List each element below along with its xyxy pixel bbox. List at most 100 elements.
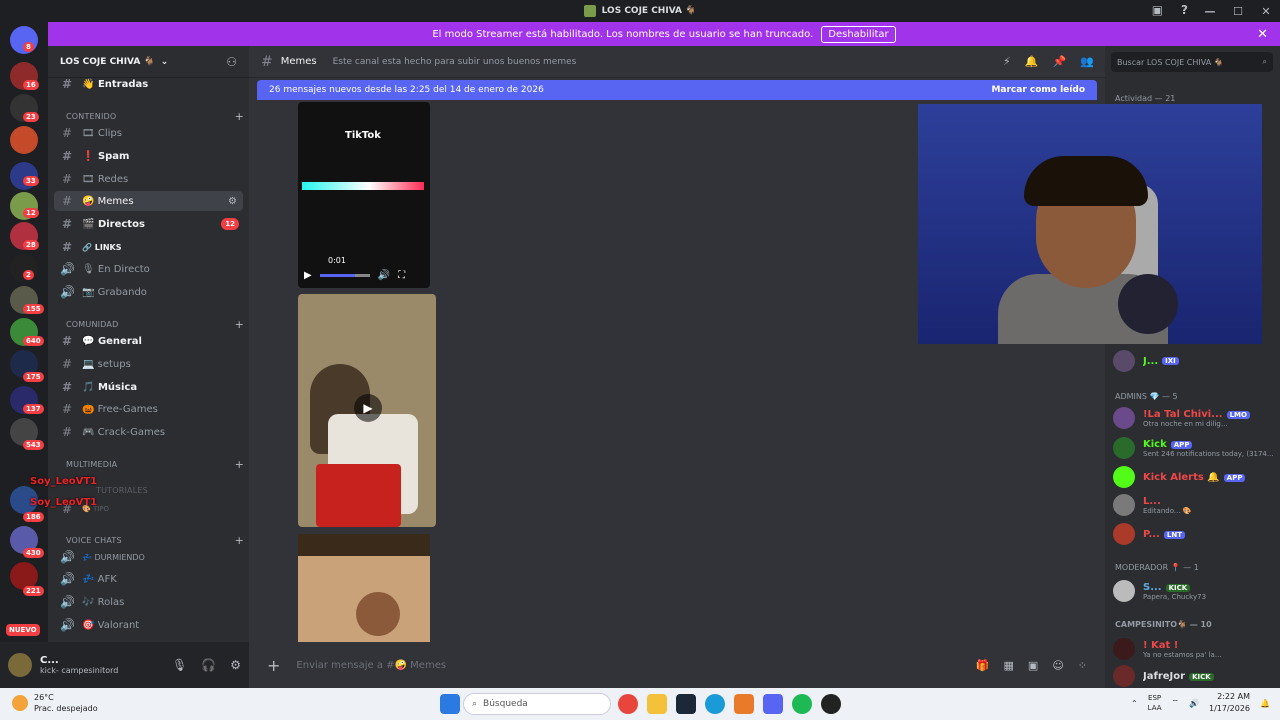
sticker-icon[interactable]: ▣ (1028, 659, 1038, 672)
help-icon[interactable]: ? (1181, 3, 1188, 17)
app-icon[interactable] (734, 694, 754, 714)
threads-icon[interactable]: ⚡ (1003, 55, 1011, 68)
video-attachment[interactable] (298, 534, 430, 642)
category-comunidad[interactable]: COMUNIDAD + (66, 318, 244, 331)
channel-crack-games[interactable]: # 🎮 Crack-Games (54, 422, 243, 442)
close-button[interactable]: ✕ (1252, 5, 1280, 18)
member-row[interactable]: Kick Alerts 🔔 APP (1113, 464, 1275, 490)
volume-icon[interactable]: 🔊 (1189, 699, 1199, 708)
server-icon (583, 5, 596, 17)
folder-icon[interactable] (647, 694, 667, 714)
member-name: J... (1143, 355, 1159, 367)
member-row[interactable]: !La Tal Chivi... LMO Otra noche en mi dili… (1113, 405, 1275, 431)
member-row[interactable]: ! Kat ! Ya no estamos pa' la... (1113, 636, 1275, 662)
channel-grabando[interactable]: 🔊 📷 Grabando (54, 282, 243, 302)
server-icon[interactable] (10, 126, 38, 154)
channel-rolas[interactable]: 🔊 🎶 Rolas (54, 592, 243, 612)
headphones-icon[interactable]: 🎧 (201, 658, 216, 672)
channel-memes[interactable]: # 🤪 Memes ⚙ (54, 191, 243, 211)
obs-icon[interactable] (821, 694, 841, 714)
minimize-button[interactable]: — (1196, 5, 1224, 18)
hash-icon: # (61, 402, 73, 416)
channel-redes[interactable]: # 🎞 Redes (54, 169, 243, 189)
play-icon[interactable]: ▶ (354, 394, 382, 422)
play-icon[interactable]: ▶ (304, 270, 312, 281)
member-row[interactable]: Kick APP Sent 246 notifications today, (31… (1113, 435, 1275, 461)
language-indicator[interactable]: ESP LAA (1148, 693, 1162, 713)
mark-read-button[interactable]: Marcar como leído (991, 85, 1085, 95)
gif-icon[interactable]: ▦ (1004, 659, 1014, 672)
emoji-icon[interactable]: ☺ (1052, 659, 1063, 672)
channel-valorant[interactable]: 🔊 🎯 Valorant (54, 615, 243, 635)
video-attachment[interactable]: ▶ (298, 294, 436, 527)
steam-icon[interactable] (676, 694, 696, 714)
add-channel-icon[interactable]: + (235, 458, 244, 471)
close-banner-icon[interactable]: ✕ (1257, 27, 1268, 42)
fullscreen-icon[interactable]: ⛶ (398, 270, 405, 281)
speaker-icon: 🔊 (60, 572, 75, 586)
channel-afk[interactable]: 🔊 💤 AFK (54, 569, 243, 589)
notification-icon[interactable]: 🔔 (1260, 699, 1270, 708)
clock[interactable]: 2:22 AM 1/17/2026 (1209, 691, 1250, 715)
channel-label: Música (97, 381, 138, 393)
member-row[interactable]: J... IXI (1113, 348, 1275, 374)
new-messages-bar[interactable]: 26 mensajes nuevos desde las 2:25 del 14… (257, 80, 1097, 100)
bell-icon[interactable]: 🔔 (1025, 55, 1039, 68)
member-row[interactable]: P... LNT (1113, 521, 1275, 547)
channel-general[interactable]: # 💬 General (54, 331, 243, 351)
channel-label: General (97, 335, 142, 347)
chevron-up-icon[interactable]: ⌃ (1131, 699, 1138, 708)
channel-musica[interactable]: # 🎵 Música (54, 377, 243, 397)
maximize-button[interactable]: ☐ (1224, 5, 1252, 18)
inbox-icon[interactable]: ▣ (1152, 3, 1163, 17)
wifi-icon[interactable]: ⌔ (1172, 698, 1180, 708)
video-progress[interactable] (319, 274, 370, 277)
avatar[interactable] (8, 653, 32, 677)
channel-spam[interactable]: # ❗ Spam (54, 146, 243, 166)
channel-directos[interactable]: # 🎬 Directos 12 (54, 214, 243, 234)
message-composer[interactable]: + Enviar mensaje a #🤪 Memes 🎁 ▦ ▣ ☺ ⁘ (249, 642, 1105, 688)
channel-settings-icon[interactable]: ⚙ (228, 196, 237, 207)
category-contenido[interactable]: CONTENIDO + (66, 110, 244, 123)
add-channel-icon[interactable]: + (235, 318, 244, 331)
invite-icon[interactable]: ⚇ (226, 55, 237, 69)
category-multimedia[interactable]: MULTIMEDIA + (66, 458, 244, 471)
upload-icon[interactable]: + (267, 656, 280, 675)
video-attachment[interactable]: TikTok 0:01 ▶ 🔊 ⛶ (298, 102, 430, 288)
members-icon[interactable]: 👥 (1080, 55, 1094, 68)
weather-widget[interactable]: 26°C Prac. despejado (12, 692, 98, 714)
channel-topic[interactable]: Este canal esta hecho para subir unos bu… (333, 57, 577, 67)
member-row[interactable]: JafreJor KICK (1113, 663, 1275, 688)
microphone-icon[interactable]: 🎙 (172, 658, 187, 672)
search-input[interactable]: Buscar LOS COJE CHIVA 🐐 ⌕ (1111, 52, 1273, 72)
discord-icon[interactable] (763, 694, 783, 714)
spotify-icon[interactable] (792, 694, 812, 714)
apps-icon[interactable]: ⁘ (1078, 659, 1087, 672)
gift-icon[interactable]: 🎁 (976, 659, 990, 672)
avatar (1113, 350, 1135, 372)
add-channel-icon[interactable]: + (235, 534, 244, 547)
disable-streamer-button[interactable]: Deshabilitar (821, 25, 896, 43)
taskbar-search[interactable]: ⌕ Búsqueda (463, 693, 611, 715)
message-input[interactable]: Enviar mensaje a #🤪 Memes (296, 660, 446, 671)
add-channel-icon[interactable]: + (235, 110, 244, 123)
category-voice-chats[interactable]: VOICE CHATS + (66, 534, 244, 547)
channel-links[interactable]: # 🔗 LINKS (54, 237, 243, 257)
member-row[interactable]: S... KICK Papera, Chucky73 (1113, 578, 1275, 604)
volume-icon[interactable]: 🔊 (378, 270, 390, 281)
category-tutoriales[interactable]: TUTORIALES+ (96, 484, 249, 497)
pin-icon[interactable]: 📌 (1052, 55, 1066, 68)
member-row[interactable]: L... Editando... 🎨 (1113, 492, 1275, 518)
gear-icon[interactable]: ⚙ (230, 658, 241, 672)
chrome-icon[interactable] (618, 694, 638, 714)
channel-clips[interactable]: # 🎞 Clips (54, 123, 243, 143)
member-status: Editando... 🎨 (1143, 506, 1192, 515)
channel-entradas[interactable]: # 👋 Entradas (54, 74, 243, 94)
channel-durmiendo[interactable]: 🔊 💤 DURMIENDO (54, 547, 243, 567)
channel-setups[interactable]: # 💻 setups (54, 354, 243, 374)
channel-free-games[interactable]: # 🎃 Free-Games (54, 399, 243, 419)
channel-en-directo[interactable]: 🔊 🎙 En Directo (54, 259, 243, 279)
edge-icon[interactable] (705, 694, 725, 714)
start-icon[interactable] (440, 694, 460, 714)
hash-icon: # (61, 380, 73, 394)
